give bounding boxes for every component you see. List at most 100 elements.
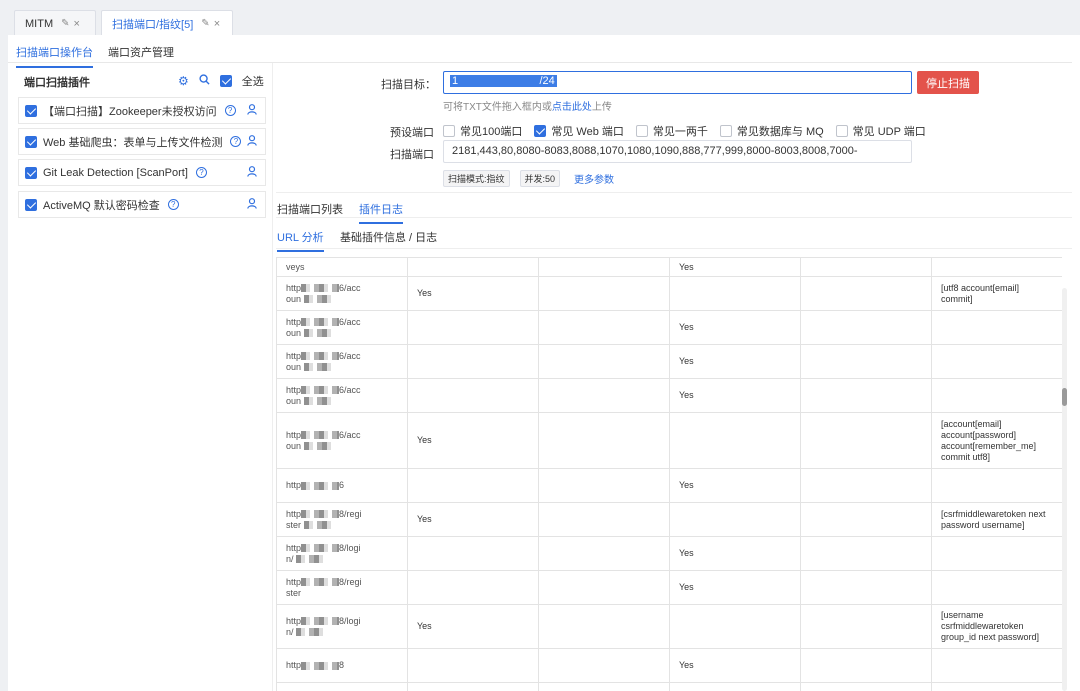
table-row[interactable] [276, 682, 1062, 691]
preset-label: 常见 UDP 端口 [852, 126, 926, 138]
preset-label: 常见100端口 [460, 126, 523, 138]
plugin-checkbox[interactable] [25, 166, 37, 179]
plugin-item[interactable]: Git Leak Detection [ScanPort] ? [18, 159, 266, 186]
table-cell [538, 502, 670, 537]
user-icon[interactable] [247, 197, 257, 212]
scan-target-input[interactable]: 1 /24 [443, 71, 912, 94]
edit-icon[interactable]: ✎ [61, 18, 69, 29]
table-cell [800, 378, 932, 413]
close-icon[interactable]: × [74, 18, 80, 30]
table-cell [800, 648, 932, 683]
table-cell: Yes [669, 310, 801, 345]
plugin-item[interactable]: ActiveMQ 默认密码检查 ? [18, 191, 266, 218]
scan-ports-input[interactable]: 2181,443,80,8080-8083,8088,1070,1080,109… [443, 140, 912, 163]
table-cell [800, 310, 932, 345]
table-cell [669, 502, 801, 537]
user-icon[interactable] [247, 134, 257, 149]
tab-divider [276, 217, 1072, 218]
table-row[interactable]: veys Yes [276, 257, 1062, 277]
table-cell [800, 257, 932, 277]
select-all-checkbox[interactable] [219, 75, 232, 87]
stop-scan-button[interactable]: 停止扫描 [917, 71, 979, 94]
table-row[interactable]: http 8/logi n/ Yes [276, 536, 1062, 571]
plugin-checkbox[interactable] [25, 135, 37, 148]
table-cell: Yes [407, 412, 539, 469]
upload-link[interactable]: 点击此处 [552, 102, 592, 113]
table-row[interactable]: http 8 Yes [276, 648, 1062, 683]
user-icon[interactable] [247, 103, 257, 118]
top-tab-bar: MITM ✎ × 扫描端口/指纹[5] ✎ × [0, 0, 1080, 36]
concurrency-tag: 并发:50 [519, 170, 561, 187]
plugin-checkbox[interactable] [25, 104, 37, 117]
tab-mitm[interactable]: MITM ✎ × [14, 10, 96, 36]
preset-option[interactable]: 常见100端口 [443, 123, 522, 139]
tab-plugin-log[interactable]: 插件日志 [359, 201, 403, 224]
search-icon[interactable] [199, 74, 210, 88]
plugin-item[interactable]: 【端口扫描】Zookeeper未授权访问 ? [18, 97, 266, 124]
tab-port-list[interactable]: 扫描端口列表 [277, 201, 343, 222]
plugins-panel-title: 端口扫描插件 [24, 77, 90, 89]
tab-scan-console[interactable]: 扫描端口操作台 [16, 44, 93, 68]
table-row[interactable]: http 8/logi n/ Yes [username csrfmiddlewar… [276, 604, 1062, 649]
more-params-link[interactable]: 更多参数 [574, 171, 614, 186]
table-cell: Yes [407, 276, 539, 311]
redacted-mask [303, 329, 334, 338]
preset-option[interactable]: 常见数据库与 MQ [719, 123, 824, 139]
preset-checkbox[interactable] [835, 125, 848, 137]
plugin-checkbox[interactable] [25, 198, 37, 211]
user-icon[interactable] [247, 165, 257, 180]
tab-plugin-info-log[interactable]: 基础插件信息 / 日志 [340, 229, 437, 250]
scan-mode-tag: 扫描模式:指纹 [443, 170, 510, 187]
table-row[interactable]: http 6/acc oun Yes [276, 378, 1062, 413]
help-icon[interactable]: ? [195, 167, 207, 178]
preset-option[interactable]: 常见一两千 [635, 123, 708, 139]
plugin-item[interactable]: Web 基础爬虫：表单与上传文件检测 ? [18, 128, 266, 155]
preset-option[interactable]: 常见 Web 端口 [534, 123, 624, 139]
help-icon[interactable]: ? [224, 105, 236, 116]
table-scrollbar[interactable] [1062, 288, 1067, 691]
redacted-mask [301, 481, 340, 490]
preset-checkbox[interactable] [443, 125, 455, 137]
gear-icon[interactable]: ⚙ [178, 74, 189, 88]
scrollbar-thumb[interactable] [1062, 388, 1067, 406]
preset-option[interactable]: 常见 UDP 端口 [835, 123, 926, 139]
table-row[interactable]: http 6/acc oun Yes [utf8 account[email] co… [276, 276, 1062, 311]
table-cell [931, 468, 1062, 503]
table-cell: Yes [669, 536, 801, 571]
redacted-mask [301, 352, 340, 361]
close-icon[interactable]: × [214, 18, 220, 30]
url-cell: http 8/regi ster [276, 502, 408, 537]
table-row[interactable]: http 6 Yes [276, 468, 1062, 503]
plugin-label: Git Leak Detection [ScanPort] [43, 166, 188, 179]
url-cell: http 6 [276, 468, 408, 503]
table-cell: [account[email] account[password] accoun… [931, 412, 1062, 469]
url-cell: http 8/regi ster [276, 570, 408, 605]
table-cell [800, 276, 932, 311]
edit-icon[interactable]: ✎ [201, 18, 209, 29]
table-cell [407, 378, 539, 413]
table-row[interactable]: http 6/acc oun Yes [276, 344, 1062, 379]
table-row[interactable]: http 8/regi ster Yes [276, 570, 1062, 605]
help-icon[interactable]: ? [230, 136, 242, 147]
url-cell: http 6/acc oun [276, 310, 408, 345]
preset-checkbox[interactable] [635, 125, 648, 137]
table-cell [538, 468, 670, 503]
tab-divider [276, 248, 1072, 249]
preset-checkbox[interactable] [534, 125, 547, 137]
table-row[interactable]: http 8/regi ster Yes [csrfmiddlewaretoken … [276, 502, 1062, 537]
table-cell [800, 570, 932, 605]
table-cell: [csrfmiddlewaretoken next password usern… [931, 502, 1062, 537]
section-divider [276, 192, 1072, 193]
table-cell [538, 682, 670, 691]
table-cell [931, 682, 1062, 691]
target-label: 扫描目标： [381, 79, 436, 91]
table-cell [538, 412, 670, 469]
tab-asset-management[interactable]: 端口资产管理 [108, 44, 174, 66]
redacted-mask [303, 295, 334, 304]
preset-checkbox[interactable] [719, 125, 732, 137]
table-row[interactable]: http 6/acc oun Yes [account[email] account… [276, 412, 1062, 469]
help-icon[interactable]: ? [167, 199, 179, 210]
table-row[interactable]: http 6/acc oun Yes [276, 310, 1062, 345]
redacted-mask [296, 555, 327, 564]
tab-scan-port[interactable]: 扫描端口/指纹[5] ✎ × [101, 10, 233, 36]
